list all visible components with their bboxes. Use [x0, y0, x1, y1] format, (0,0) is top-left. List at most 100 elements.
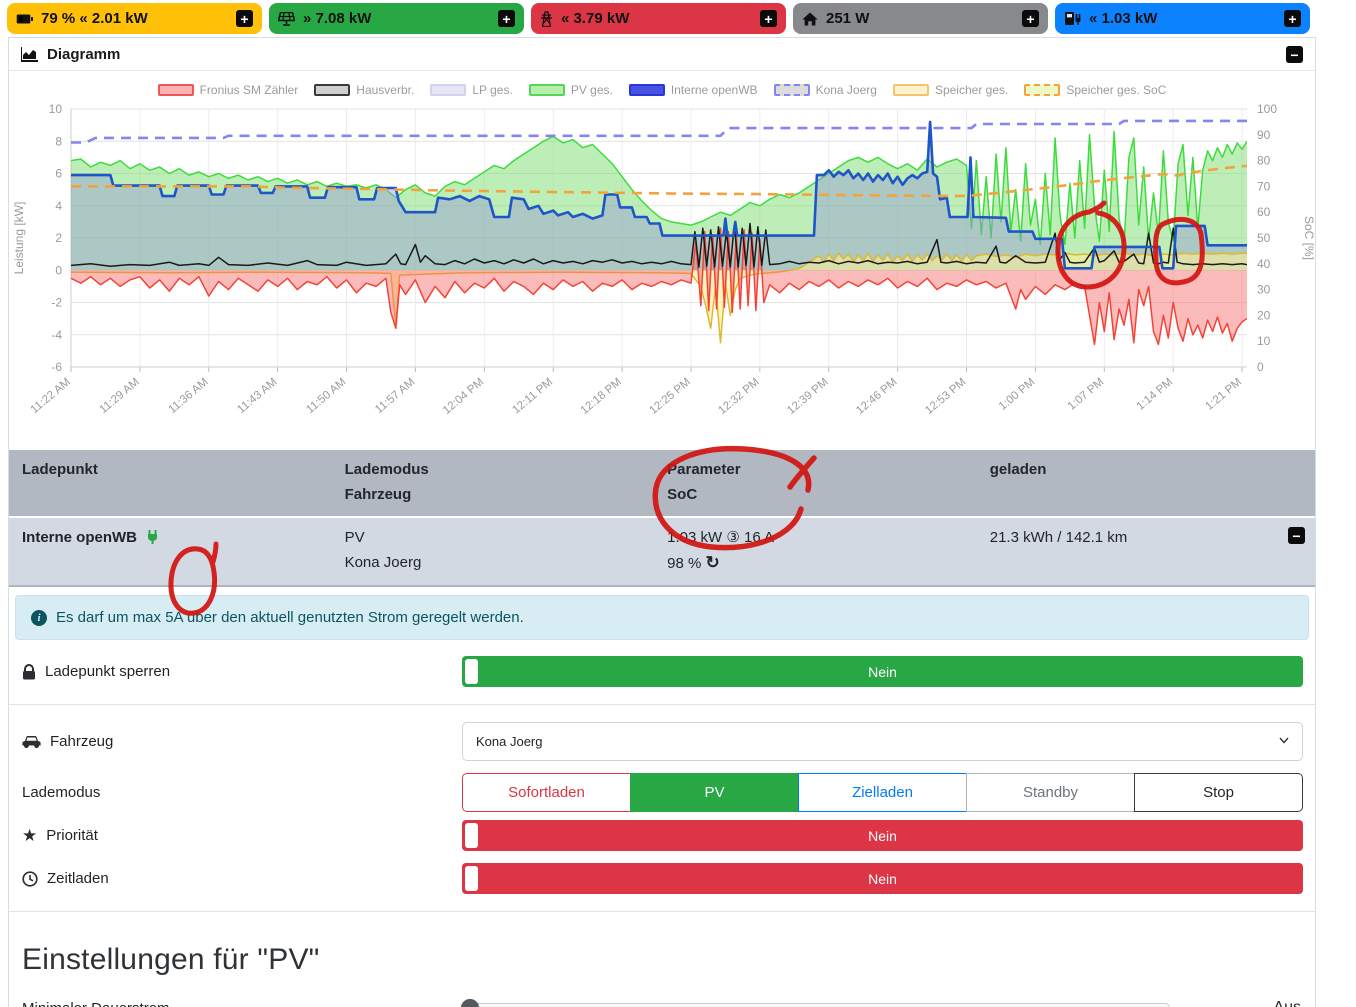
chevron-down-icon: [1279, 737, 1289, 744]
svg-text:1:21 PM: 1:21 PM: [1203, 376, 1244, 413]
main-content: Diagramm − Fronius SM Zähler Hausverbr. LP…: [8, 37, 1316, 1007]
chart-area: Fronius SM Zähler Hausverbr. LP ges. PV ges…: [9, 71, 1315, 444]
diagram-title: Diagramm: [47, 46, 120, 63]
status-pill-chargepoint: « 1.03 kW+: [1055, 3, 1310, 34]
row-parameter: 1.03 kW ③ 16 A: [667, 525, 969, 550]
slider-track[interactable]: [462, 1003, 1170, 1007]
svg-text:20: 20: [1257, 308, 1271, 322]
svg-text:12:04 PM: 12:04 PM: [441, 376, 486, 417]
row-soc: 98 % ↻: [667, 550, 969, 576]
col-lademodus: Lademodus: [345, 457, 647, 482]
col-parameter: Parameter: [667, 457, 969, 482]
status-pill-house: 251 W+: [793, 3, 1048, 34]
diagram-header: Diagramm −: [9, 38, 1315, 71]
svg-text:Leistung [kW]: Leistung [kW]: [12, 202, 26, 275]
legend-item[interactable]: Kona Joerg: [774, 83, 877, 97]
sperren-toggle[interactable]: Nein: [462, 656, 1303, 687]
legend-item[interactable]: Fronius SM Zähler: [158, 83, 299, 97]
row-geladen: 21.3 kWh / 142.1 km: [990, 525, 1292, 550]
col-geladen: geladen: [990, 457, 1292, 482]
svg-text:11:22 AM: 11:22 AM: [29, 376, 73, 416]
soc-refresh-icon[interactable]: ↻: [706, 553, 720, 572]
col-soc: SoC: [667, 482, 969, 507]
zeitladen-toggle[interactable]: Nein: [462, 863, 1303, 894]
info-alert-text: Es darf um max 5A über den aktuell genut…: [56, 609, 524, 626]
legend-swatch: [158, 84, 194, 96]
mode-button-group: SofortladenPVZielladenStandbyStop: [462, 773, 1303, 812]
svg-text:0: 0: [55, 263, 62, 277]
status-pill-pv: » 7.08 kW +: [269, 3, 524, 34]
zeitladen-label: Zeitladen: [47, 870, 109, 887]
legend-item[interactable]: LP ges.: [430, 83, 512, 97]
zeitladen-value: Nein: [868, 871, 897, 887]
status-pill-expand-button[interactable]: +: [498, 10, 515, 27]
legend-swatch: [314, 84, 350, 96]
legend-item[interactable]: PV ges.: [529, 83, 613, 97]
star-icon: ★: [22, 827, 37, 844]
svg-text:10: 10: [1257, 334, 1271, 348]
settings-sliders: Minimaler DauerstromAusMindest-SoCAusMin…: [9, 987, 1315, 1007]
status-pill-expand-button[interactable]: +: [760, 10, 777, 27]
car-icon: [22, 735, 41, 749]
sperren-row: Ladepunkt sperren Nein: [9, 650, 1315, 693]
status-pill-value: » 7.08 kW: [303, 10, 371, 27]
legend-item[interactable]: Speicher ges.: [893, 83, 1008, 97]
lademodus-label: Lademodus: [22, 784, 100, 801]
legend-label: Speicher ges.: [935, 83, 1008, 97]
prioritaet-row: ★ Priorität Nein: [9, 818, 1315, 857]
legend-item[interactable]: Interne openWB: [629, 83, 758, 97]
vehicle-select[interactable]: Kona Joerg: [462, 722, 1303, 761]
svg-text:SoC [%]: SoC [%]: [1302, 216, 1315, 260]
status-bar: 79 % « 2.01 kW+» 7.08 kW+« 3.79 kW+251 W…: [0, 0, 1310, 37]
prioritaet-toggle[interactable]: Nein: [462, 820, 1303, 851]
phases-icon: ③: [726, 529, 739, 546]
status-pill-expand-button[interactable]: +: [1022, 10, 1039, 27]
fahrzeug-row: Fahrzeug Kona Joerg: [9, 716, 1315, 767]
svg-text:1:07 PM: 1:07 PM: [1066, 376, 1107, 413]
mode-button-standby[interactable]: Standby: [966, 773, 1135, 812]
status-pill-expand-button[interactable]: +: [1284, 10, 1301, 27]
toggle-knob: [465, 866, 478, 891]
legend-swatch: [629, 84, 665, 96]
mode-button-sofortladen[interactable]: Sofortladen: [462, 773, 631, 812]
plug-icon: [147, 529, 158, 546]
svg-text:60: 60: [1257, 205, 1271, 219]
lock-icon: [22, 664, 36, 680]
svg-text:90: 90: [1257, 128, 1271, 142]
svg-text:50: 50: [1257, 231, 1271, 245]
lademodus-row: Lademodus SofortladenPVZielladenStandbyS…: [9, 767, 1315, 818]
toggle-knob: [465, 823, 478, 848]
zeitladen-row: Zeitladen Nein: [9, 857, 1315, 900]
svg-text:12:53 PM: 12:53 PM: [923, 376, 968, 417]
legend-swatch: [529, 84, 565, 96]
diagram-collapse-button[interactable]: −: [1286, 46, 1303, 63]
legend-item[interactable]: Hausverbr.: [314, 83, 414, 97]
row-lademodus: PV: [345, 525, 647, 550]
legend-label: PV ges.: [571, 83, 613, 97]
svg-text:11:43 AM: 11:43 AM: [235, 376, 279, 416]
svg-text:-2: -2: [51, 296, 62, 310]
slider-row: Minimaler DauerstromAus: [9, 987, 1315, 1007]
svg-text:1:00 PM: 1:00 PM: [997, 376, 1038, 413]
svg-text:12:46 PM: 12:46 PM: [854, 376, 899, 417]
svg-text:80: 80: [1257, 154, 1271, 168]
svg-text:12:32 PM: 12:32 PM: [716, 376, 761, 417]
svg-text:-4: -4: [51, 328, 62, 342]
svg-text:6: 6: [55, 167, 62, 181]
vehicle-select-value: Kona Joerg: [476, 734, 543, 749]
svg-text:0: 0: [1257, 360, 1264, 374]
status-pill-grid: « 3.79 kW+: [531, 3, 786, 34]
legend-label: Hausverbr.: [356, 83, 414, 97]
settings-heading: Einstellungen für "PV": [9, 923, 1315, 987]
row-collapse-button[interactable]: −: [1288, 527, 1305, 544]
mode-button-stop[interactable]: Stop: [1134, 773, 1303, 812]
status-pill-battery: 79 % « 2.01 kW+: [7, 3, 262, 34]
house-icon: [802, 12, 818, 26]
slider-knob[interactable]: [461, 999, 479, 1007]
status-pill-expand-button[interactable]: +: [236, 10, 253, 27]
mode-button-zielladen[interactable]: Zielladen: [798, 773, 967, 812]
mode-button-pv[interactable]: PV: [630, 773, 799, 812]
svg-text:70: 70: [1257, 179, 1271, 193]
legend-item[interactable]: Speicher ges. SoC: [1024, 83, 1166, 97]
prioritaet-value: Nein: [868, 828, 897, 844]
